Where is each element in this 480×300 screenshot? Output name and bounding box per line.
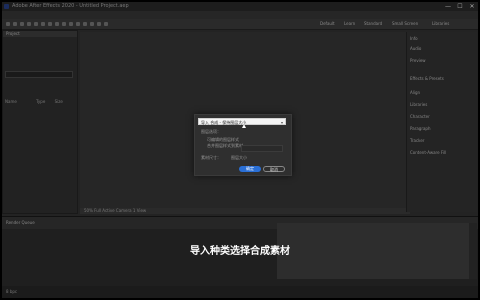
shape-tool-icon[interactable] [55,22,59,26]
eraser-tool-icon[interactable] [90,22,94,26]
workspace-default[interactable]: Default [320,21,335,26]
cancel-button[interactable]: 取消 [263,166,285,172]
panel-preview[interactable]: Preview [410,58,426,63]
brush-tool-icon[interactable] [76,22,80,26]
ok-button[interactable]: 确定 [239,166,261,172]
panel-paragraph[interactable]: Paragraph [410,126,431,131]
text-tool-icon[interactable] [69,22,73,26]
panel-character[interactable]: Character [410,114,430,119]
maximize-button[interactable]: ☐ [454,2,466,11]
minimize-button[interactable]: — [442,2,454,11]
home-tool-icon[interactable] [6,22,10,26]
chevron-down-icon: ▾ [280,120,283,125]
status-bar: 8 bpc [2,286,478,298]
close-button[interactable]: ✕ [466,2,478,11]
workspace-learn[interactable]: Learn [344,21,355,26]
panel-tracker[interactable]: Tracker [410,138,424,143]
viewer-controls-bar: 50% Full Active Camera 1 View [80,208,410,214]
pan-behind-tool-icon[interactable] [48,22,52,26]
hand-tool-icon[interactable] [20,22,24,26]
timeline-tab[interactable]: Render Queue [6,220,35,225]
window-title: Adobe After Effects 2020 - Untitled Proj… [12,3,129,9]
panel-align[interactable]: Align [410,90,420,95]
app-icon [4,4,9,9]
roto-tool-icon[interactable] [97,22,101,26]
status-text: 8 bpc [6,289,18,294]
clone-tool-icon[interactable] [83,22,87,26]
zoom-tool-icon[interactable] [27,22,31,26]
viewer-controls-text[interactable]: 50% Full Active Camera 1 View [84,208,146,214]
column-type[interactable]: Type [36,99,45,104]
panel-libraries[interactable]: Libraries [410,102,427,107]
panel-audio[interactable]: Audio [410,46,421,51]
disabled-field [241,145,283,152]
puppet-tool-icon[interactable] [104,22,108,26]
project-panel-header[interactable]: Project [3,31,77,37]
mouse-cursor-icon [242,124,246,128]
import-kind-value: 导入 合成 - 保持图层大小 [201,120,247,125]
merge-styles-option[interactable]: 合并图层样式到素材 [207,143,243,149]
panel-effects-presets[interactable]: Effects & Presets [410,76,444,81]
footage-size-label: 素材尺寸： [201,155,221,160]
rotate-tool-icon[interactable] [34,22,38,26]
panel-info[interactable]: Info [410,36,418,41]
camera-tool-icon[interactable] [41,22,45,26]
project-panel: Project Name Type Size [2,30,78,214]
panel-content-aware-fill[interactable]: Content-Aware Fill [410,150,446,155]
title-bar: Adobe After Effects 2020 - Untitled Proj… [2,2,478,11]
tools-toolbar: Default Learn Standard Small Screen Libr… [2,19,478,30]
footage-size-value[interactable]: 图层大小 [231,155,247,161]
project-search-input[interactable] [5,71,73,78]
menu-bar: File Edit Composition Layer Effect Anima… [2,11,478,27]
column-size[interactable]: Size [55,99,63,104]
workspace-standard[interactable]: Standard [364,21,382,26]
layer-options-label: 图层选项： [201,129,221,134]
workspace-small-screen[interactable]: Small Screen [392,21,418,26]
right-panels: Info Audio Preview Effects & Presets Ali… [406,32,477,212]
video-subtitle: 导入种类选择合成素材 [190,246,290,257]
column-name[interactable]: Name [5,99,17,104]
selection-tool-icon[interactable] [13,22,17,26]
project-columns-header: Name Type Size [5,99,73,105]
pen-tool-icon[interactable] [62,22,66,26]
workspace-libraries[interactable]: Libraries [432,21,449,26]
